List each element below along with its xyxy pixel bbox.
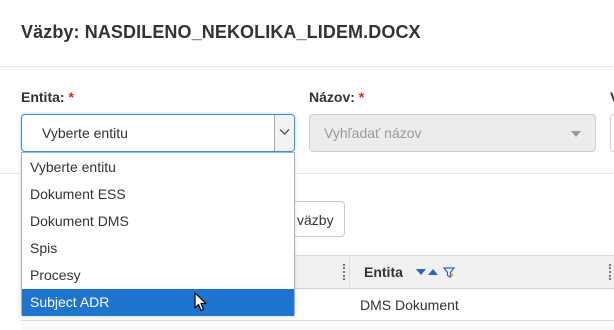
name-label-text: Názov: (309, 89, 355, 105)
sort-filter-icons[interactable] (416, 266, 460, 278)
dropdown-option[interactable]: Procesy (22, 262, 294, 289)
entity-label: Entita: * (21, 89, 74, 105)
dropdown-option-highlighted[interactable]: Subject ADR (22, 289, 294, 316)
dialog-header: Väzby: NASDILENO_NEKOLIKA_LIDEM.DOCX (0, 0, 614, 67)
table-row[interactable] (21, 321, 614, 330)
third-label: V (610, 89, 614, 105)
entity-label-text: Entita: (21, 89, 65, 105)
name-label: Názov: * (309, 89, 364, 105)
column-resize-handle[interactable] (609, 264, 611, 280)
column-divider (349, 256, 350, 290)
dropdown-option[interactable]: Vyberte entitu (22, 154, 294, 181)
dropdown-option[interactable]: Dokument DMS (22, 208, 294, 235)
column-header-entita[interactable]: Entita (364, 264, 403, 280)
dropdown-option[interactable]: Spis (22, 235, 294, 262)
table-cell-entita: DMS Dokument (360, 297, 459, 313)
sort-asc-icon (428, 269, 438, 275)
required-mark: * (358, 89, 365, 105)
required-mark: * (68, 89, 74, 105)
mouse-pointer-icon (194, 292, 207, 312)
caret-down-icon (571, 131, 581, 137)
dropdown-option[interactable]: Dokument ESS (22, 181, 294, 208)
dialog-title: Väzby: NASDILENO_NEKOLIKA_LIDEM.DOCX (21, 22, 421, 42)
entity-select[interactable]: Vyberte entitu (21, 114, 295, 152)
entity-dropdown-list: Vyberte entitu Dokument ESS Dokument DMS… (21, 152, 295, 316)
sort-desc-icon (416, 269, 426, 275)
entity-select-toggle[interactable] (274, 115, 294, 151)
name-search-select[interactable]: Vyhľadať názov (309, 114, 596, 152)
third-field[interactable] (610, 114, 614, 152)
vazby-button-label: väzby (297, 212, 334, 228)
chevron-down-icon (279, 129, 290, 135)
filter-icon (442, 267, 456, 278)
entity-select-value: Vyberte entitu (42, 125, 128, 141)
name-search-placeholder: Vyhľadať názov (324, 125, 422, 141)
column-resize-handle[interactable] (343, 264, 345, 280)
